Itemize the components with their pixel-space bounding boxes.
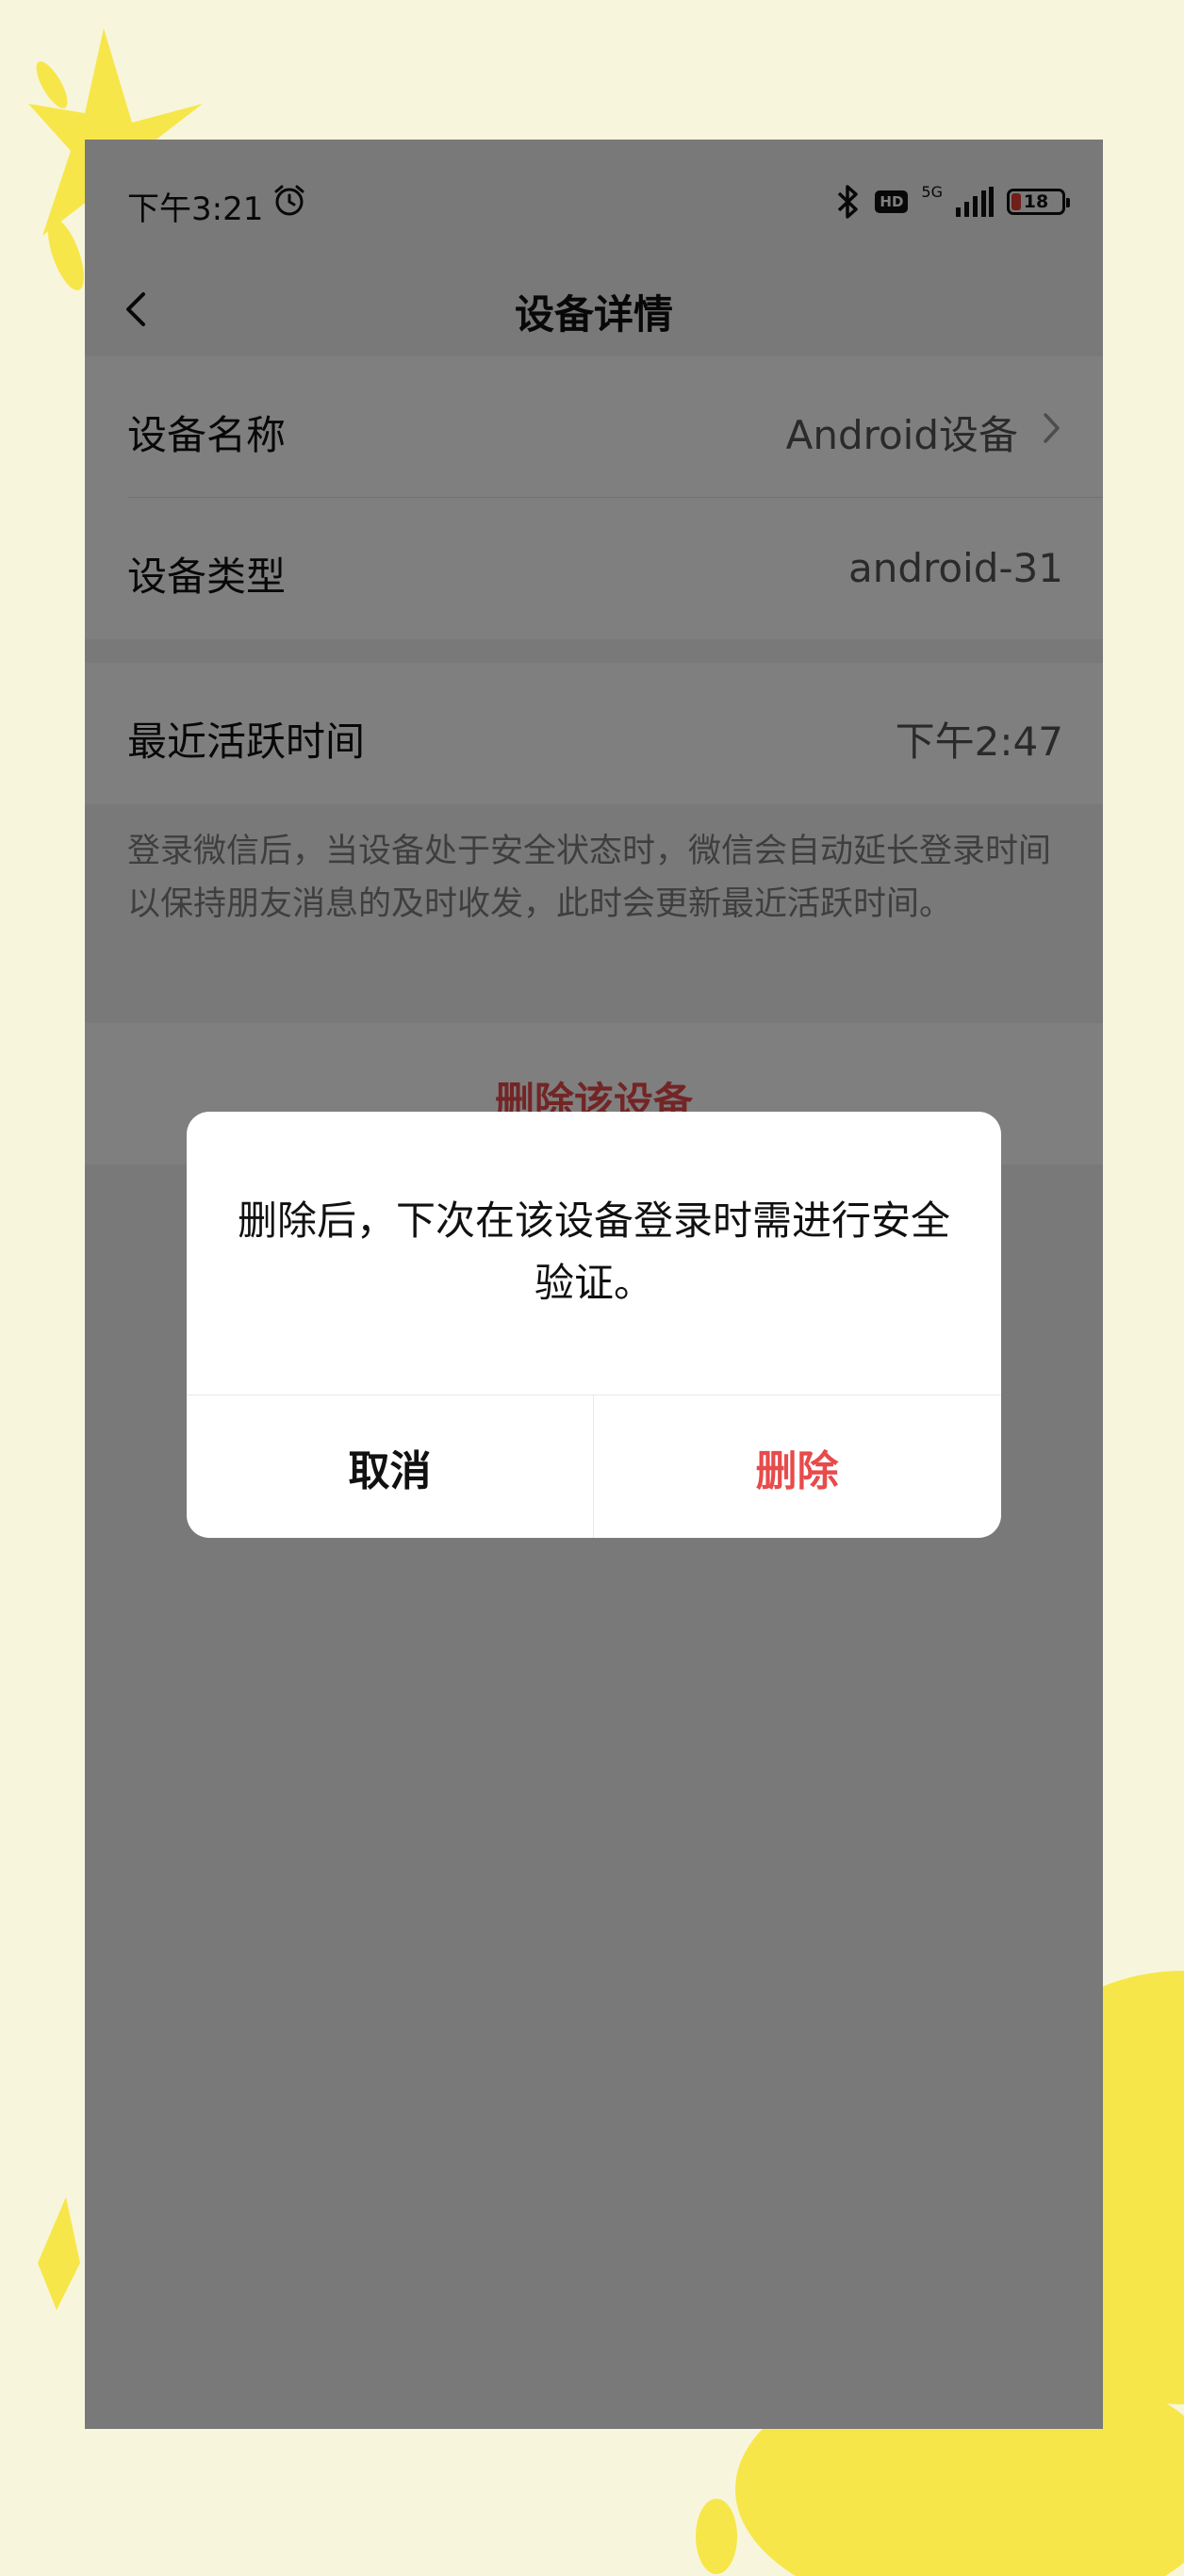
phone-screen: 下午3:21 HD 5G 18 [85,140,1103,2429]
dialog-message: 删除后，下次在该设备登录时需进行安全验证。 [237,1197,950,1306]
cancel-button[interactable]: 取消 [187,1395,593,1538]
confirm-dialog: 删除后，下次在该设备登录时需进行安全验证。 取消 删除 [187,1112,1001,1538]
confirm-delete-button[interactable]: 删除 [594,1395,1000,1538]
